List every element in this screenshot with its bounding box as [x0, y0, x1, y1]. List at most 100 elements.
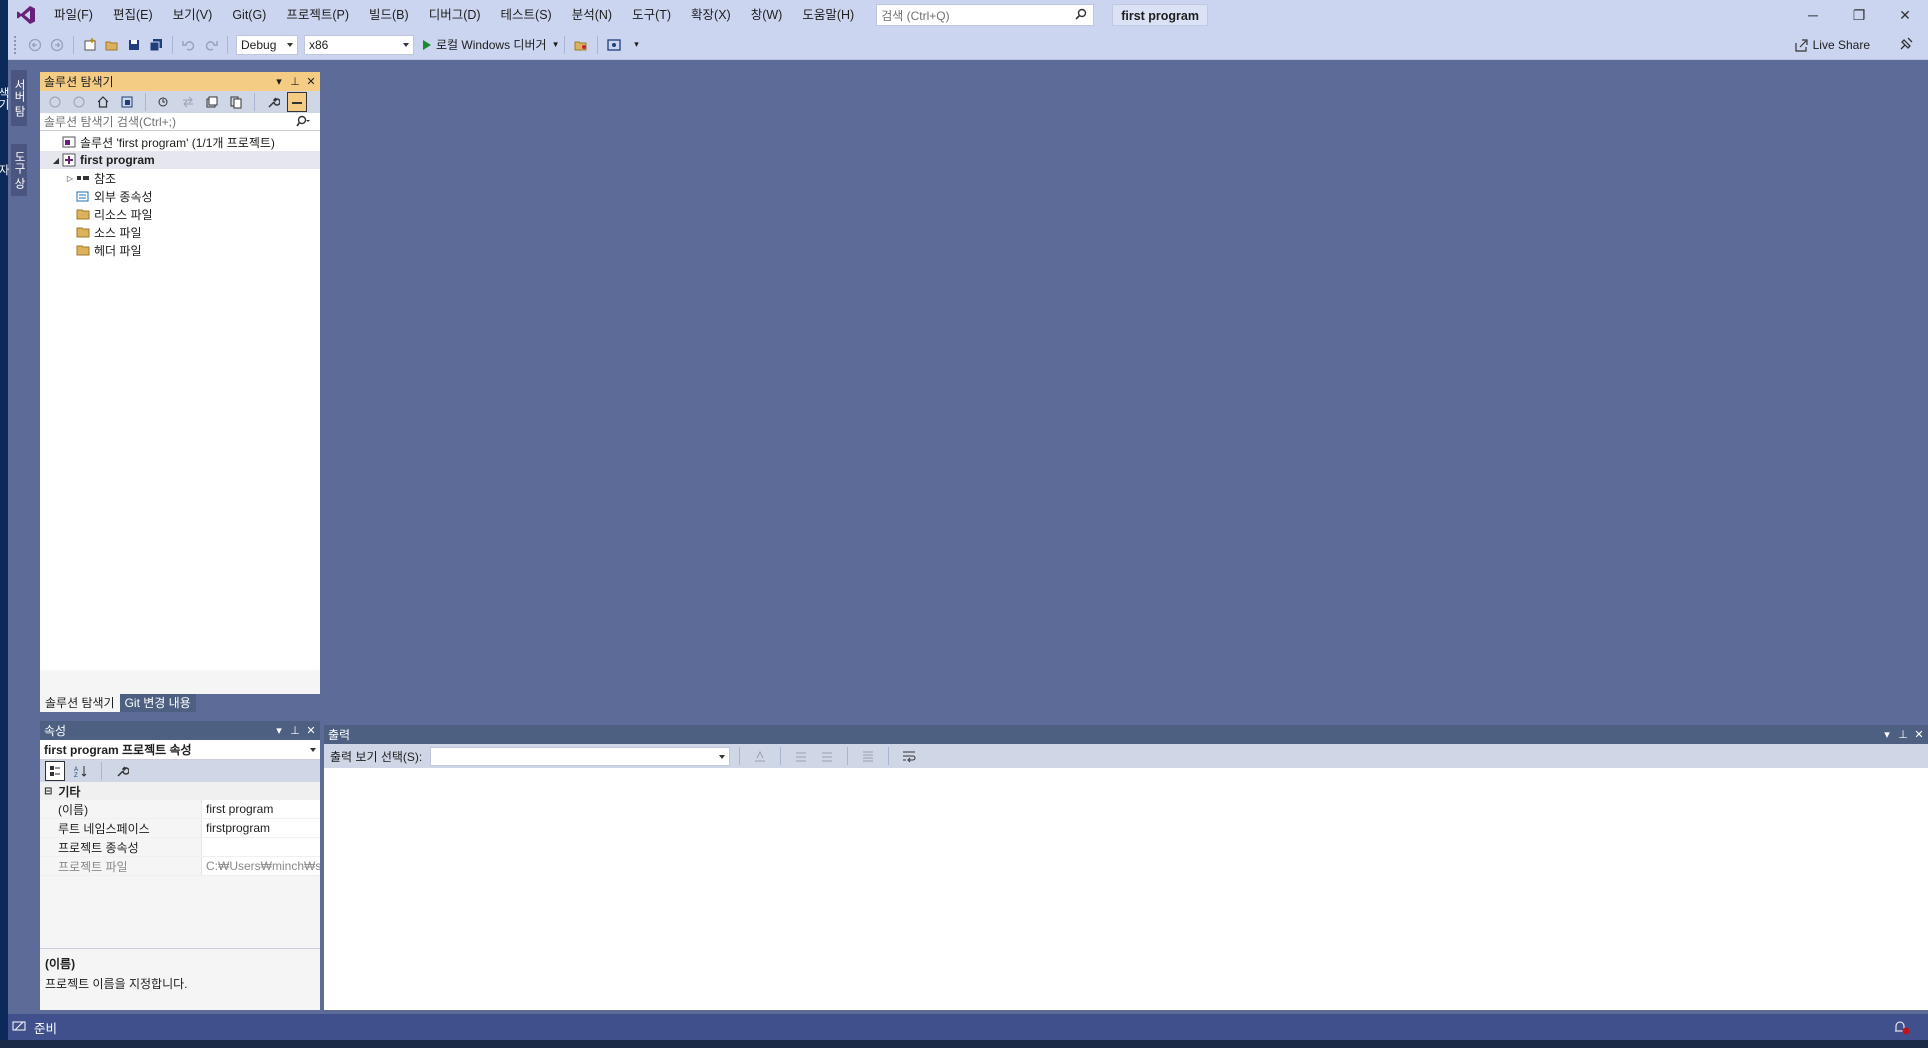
menu-item[interactable]: 분석(N) — [562, 0, 622, 30]
new-project-icon[interactable] — [80, 35, 100, 55]
save-icon[interactable] — [124, 35, 144, 55]
switch-views-icon[interactable] — [117, 92, 137, 112]
menu-item[interactable]: 창(W) — [741, 0, 793, 30]
properties-object-select[interactable]: first program 프로젝트 속성 — [40, 740, 320, 760]
tree-item[interactable]: ▷ 참조 — [40, 169, 320, 187]
undo-icon[interactable] — [179, 35, 199, 55]
property-row[interactable]: 프로젝트 파일C:₩Users₩minch₩source₩repos — [40, 857, 320, 876]
tab-git-changes[interactable]: Git 변경 내용 — [119, 694, 196, 712]
back-icon[interactable] — [25, 35, 45, 55]
find-message-icon[interactable] — [750, 746, 770, 766]
live-share-button[interactable]: Live Share — [1794, 38, 1870, 52]
expand-arrow-icon[interactable]: ▷ — [64, 174, 76, 183]
close-icon[interactable]: ✕ — [306, 724, 316, 737]
collapse-icon[interactable]: ⊟ — [44, 786, 52, 797]
next-message-icon[interactable] — [817, 746, 837, 766]
property-category-label: 기타 — [58, 784, 81, 799]
global-search-input[interactable]: 검색 (Ctrl+Q) — [876, 4, 1095, 26]
feedback-icon[interactable] — [1898, 36, 1914, 55]
restore-button[interactable]: ❐ — [1836, 0, 1882, 30]
toolbar-grip[interactable] — [14, 35, 18, 54]
properties-title-bar[interactable]: 속성 ▾ ⊥ ✕ — [40, 721, 320, 740]
folder-icon — [76, 207, 90, 221]
panel-dropdown-icon[interactable]: ▾ — [1882, 728, 1892, 741]
minimize-button[interactable]: ─ — [1790, 0, 1836, 30]
preview-selected-icon[interactable] — [287, 92, 307, 112]
property-row[interactable]: (이름) first program — [40, 800, 320, 819]
previous-message-icon[interactable] — [791, 746, 811, 766]
output-text-area[interactable] — [324, 768, 1928, 1010]
tree-item[interactable]: 헤더 파일 — [40, 241, 320, 259]
property-name: 프로젝트 종속성 — [40, 838, 202, 856]
save-all-icon[interactable] — [146, 35, 166, 55]
menu-item[interactable]: 프로젝트(P) — [276, 0, 359, 30]
property-value[interactable]: first program — [202, 800, 320, 818]
tree-item-label: 솔루션 'first program' (1/1개 프로젝트) — [80, 135, 275, 150]
tree-item[interactable]: 솔루션 'first program' (1/1개 프로젝트) — [40, 133, 320, 151]
redo-icon[interactable] — [201, 35, 221, 55]
start-debugging-button[interactable]: 로컬 Windows 디버거 ▼ — [423, 36, 559, 53]
tree-item[interactable]: ◢ first program — [40, 151, 320, 169]
tree-item[interactable]: 리소스 파일 — [40, 205, 320, 223]
close-icon[interactable]: ✕ — [306, 75, 316, 88]
main-menu: 파일(F) 편집(E) 보기(V) Git(G) 프로젝트(P) 빌드(B) 디버그(D) 테… — [44, 0, 864, 30]
menu-item[interactable]: 도구(T) — [622, 0, 681, 30]
solution-explorer-title-bar[interactable]: 솔루션 탐색기 ▾ ⊥ ✕ — [40, 72, 320, 91]
sync-icon[interactable] — [178, 92, 198, 112]
word-wrap-icon[interactable] — [899, 746, 919, 766]
toolbar-options-icon[interactable]: ▾ — [626, 35, 646, 55]
chevron-down-icon — [310, 748, 316, 752]
tab-solution-explorer[interactable]: 솔루션 탐색기 — [40, 694, 120, 712]
categorized-icon[interactable] — [45, 761, 65, 781]
toolbar-separator — [847, 747, 849, 765]
property-value[interactable]: firstprogram — [202, 819, 320, 837]
folder-view-icon[interactable] — [571, 35, 591, 55]
menu-item[interactable]: 도움말(H) — [792, 0, 864, 30]
forward-icon[interactable] — [69, 92, 89, 112]
server-explorer-tab[interactable]: 서버 탐색기 — [0, 70, 27, 126]
toolbar-separator — [597, 35, 599, 54]
menu-item[interactable]: 디버그(D) — [419, 0, 491, 30]
property-value[interactable]: C:₩Users₩minch₩source₩repos — [202, 857, 320, 875]
screenshot-icon[interactable] — [604, 35, 624, 55]
panel-dropdown-icon[interactable]: ▾ — [274, 75, 284, 88]
menu-item[interactable]: 파일(F) — [44, 0, 103, 30]
menu-item[interactable]: 편집(E) — [103, 0, 163, 30]
menu-item[interactable]: Git(G) — [222, 0, 276, 30]
back-icon[interactable] — [45, 92, 65, 112]
close-button[interactable]: ✕ — [1882, 0, 1928, 30]
menu-item[interactable]: 보기(V) — [163, 0, 223, 30]
toolbox-tab[interactable]: 도구 상자 — [0, 144, 27, 196]
show-all-files-icon[interactable] — [226, 92, 246, 112]
property-row[interactable]: 프로젝트 종속성 — [40, 838, 320, 857]
configuration-select[interactable]: Debug — [236, 34, 298, 55]
notifications-bell-icon[interactable] — [1892, 1019, 1910, 1038]
property-row[interactable]: 루트 네임스페이스 firstprogram — [40, 819, 320, 838]
property-category[interactable]: ⊟ 기타 — [40, 782, 320, 800]
pin-icon[interactable]: ⊥ — [290, 75, 300, 88]
alphabetical-icon[interactable]: AZ — [71, 761, 91, 781]
platform-select[interactable]: x86 — [304, 34, 414, 55]
clear-all-icon[interactable] — [858, 746, 878, 766]
expand-arrow-icon[interactable]: ◢ — [50, 156, 62, 165]
forward-icon[interactable] — [47, 35, 67, 55]
menu-item[interactable]: 테스트(S) — [491, 0, 562, 30]
property-value[interactable] — [202, 838, 320, 856]
solution-explorer-search-input[interactable]: 솔루션 탐색기 검색(Ctrl+;) — [40, 113, 320, 131]
collapse-all-icon[interactable] — [202, 92, 222, 112]
output-source-select[interactable] — [430, 746, 731, 766]
property-pages-icon[interactable] — [112, 761, 132, 781]
home-icon[interactable] — [93, 92, 113, 112]
pin-icon[interactable]: ⊥ — [1898, 728, 1908, 741]
pending-changes-filter-icon[interactable] — [154, 92, 174, 112]
tree-item[interactable]: 외부 종속성 — [40, 187, 320, 205]
close-icon[interactable]: ✕ — [1914, 728, 1924, 741]
properties-wrench-icon[interactable] — [263, 92, 283, 112]
pin-icon[interactable]: ⊥ — [290, 724, 300, 737]
menu-item[interactable]: 확장(X) — [681, 0, 741, 30]
output-title-bar[interactable]: 출력 ▾ ⊥ ✕ — [324, 725, 1928, 744]
open-file-icon[interactable] — [102, 35, 122, 55]
panel-dropdown-icon[interactable]: ▾ — [274, 724, 284, 737]
tree-item[interactable]: 소스 파일 — [40, 223, 320, 241]
menu-item[interactable]: 빌드(B) — [359, 0, 419, 30]
